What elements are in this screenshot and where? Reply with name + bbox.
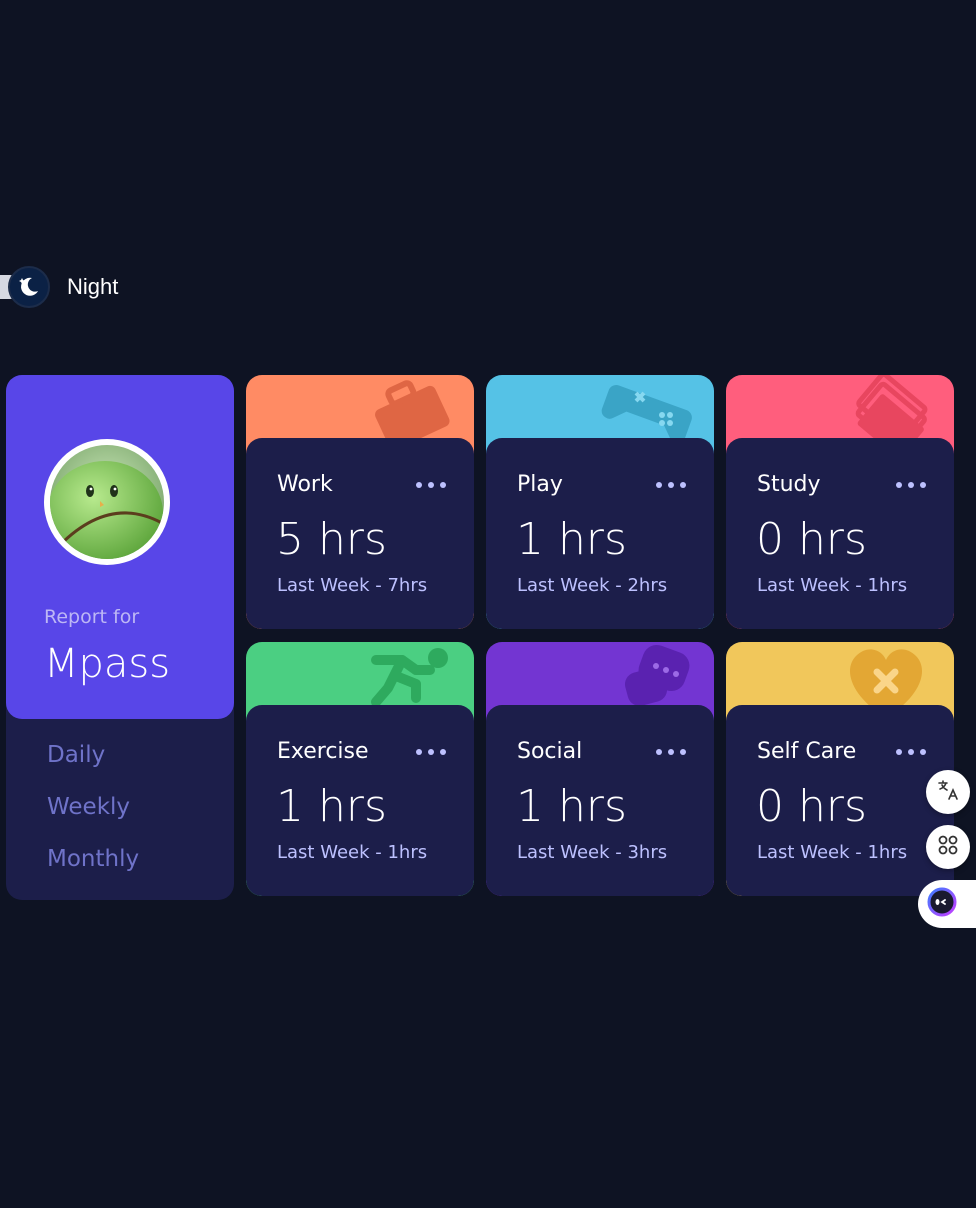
card-work: Work 5 hrs Last Week - 7hrs: [246, 375, 474, 629]
translate-icon: [936, 778, 960, 806]
card-body: Social 1 hrs Last Week - 3hrs: [486, 705, 714, 896]
card-study: Study 0 hrs Last Week - 1hrs: [726, 375, 954, 629]
period-daily[interactable]: Daily: [47, 742, 105, 768]
theme-toggle[interactable]: Night: [0, 266, 160, 308]
card-hours: 0 hrs: [756, 514, 867, 565]
card-self-care: Self Care 0 hrs Last Week - 1hrs: [726, 642, 954, 896]
profile-header: Report for Mpass: [6, 375, 234, 719]
card-last-week: Last Week - 3hrs: [517, 842, 668, 863]
card-last-week: Last Week - 2hrs: [517, 575, 668, 596]
card-last-week: Last Week - 1hrs: [757, 842, 908, 863]
avatar: [44, 439, 170, 565]
card-last-week: Last Week - 1hrs: [757, 575, 908, 596]
ellipsis-icon[interactable]: [896, 745, 926, 759]
apps-button[interactable]: [926, 825, 970, 869]
card-title: Social: [517, 739, 583, 764]
card-hours: 1 hrs: [516, 514, 627, 565]
ellipsis-icon[interactable]: [416, 745, 446, 759]
card-hours: 1 hrs: [276, 781, 387, 832]
card-hours: 0 hrs: [756, 781, 867, 832]
assistant-face-icon: [926, 886, 958, 922]
card-last-week: Last Week - 1hrs: [277, 842, 428, 863]
card-title: Play: [517, 472, 563, 497]
user-name: Mpass: [44, 641, 171, 687]
report-for-label: Report for: [44, 606, 140, 628]
ellipsis-icon[interactable]: [656, 745, 686, 759]
card-body: Play 1 hrs Last Week - 2hrs: [486, 438, 714, 629]
card-play: Play 1 hrs Last Week - 2hrs: [486, 375, 714, 629]
ellipsis-icon[interactable]: [416, 478, 446, 492]
card-social: Social 1 hrs Last Week - 3hrs: [486, 642, 714, 896]
card-exercise: Exercise 1 hrs Last Week - 1hrs: [246, 642, 474, 896]
profile-card: Report for Mpass Daily Weekly Monthly: [6, 375, 234, 900]
card-body: Work 5 hrs Last Week - 7hrs: [246, 438, 474, 629]
apps-grid-icon: [937, 834, 959, 860]
card-body: Study 0 hrs Last Week - 1hrs: [726, 438, 954, 629]
card-last-week: Last Week - 7hrs: [277, 575, 428, 596]
card-title: Exercise: [277, 739, 369, 764]
card-title: Self Care: [757, 739, 857, 764]
card-title: Study: [757, 472, 821, 497]
moon-icon[interactable]: [8, 266, 50, 308]
card-body: Exercise 1 hrs Last Week - 1hrs: [246, 705, 474, 896]
theme-label: Night: [67, 274, 119, 299]
period-monthly[interactable]: Monthly: [47, 846, 139, 872]
translate-button[interactable]: [926, 770, 970, 814]
card-title: Work: [277, 472, 333, 497]
card-hours: 1 hrs: [516, 781, 627, 832]
ellipsis-icon[interactable]: [656, 478, 686, 492]
card-body: Self Care 0 hrs Last Week - 1hrs: [726, 705, 954, 896]
period-weekly[interactable]: Weekly: [47, 794, 130, 820]
assistant-button[interactable]: [918, 880, 976, 928]
ellipsis-icon[interactable]: [896, 478, 926, 492]
card-hours: 5 hrs: [276, 514, 387, 565]
